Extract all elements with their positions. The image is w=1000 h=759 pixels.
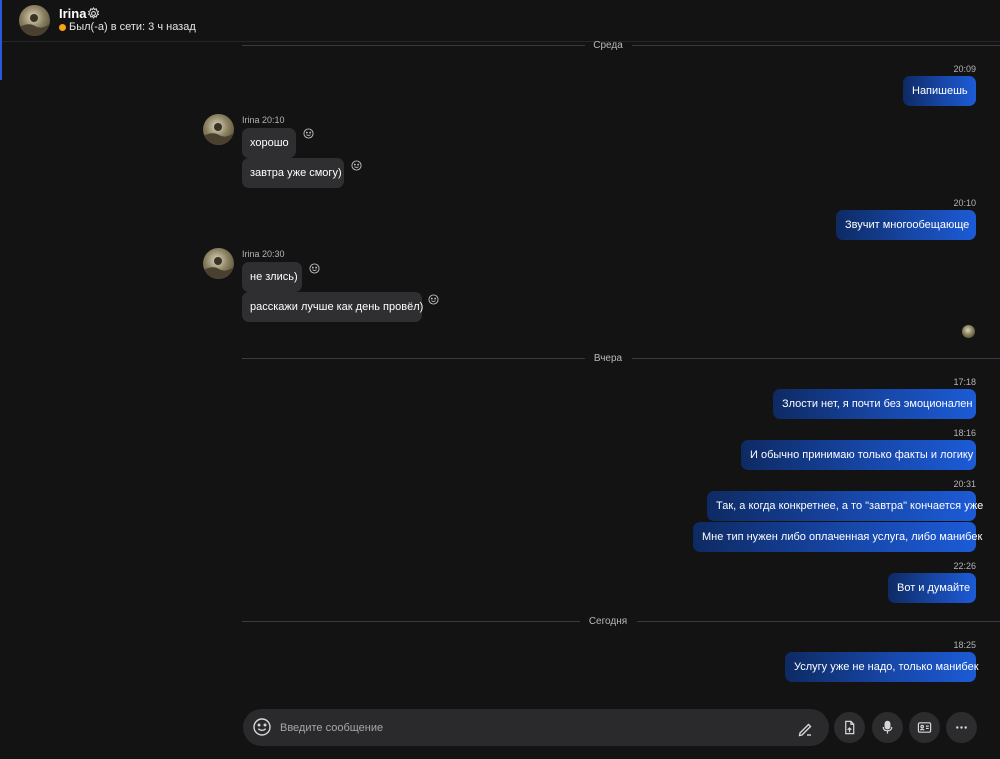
message-timestamp: 20:31 [953, 479, 976, 489]
send-file-button[interactable] [834, 712, 865, 743]
presence-status-dot [59, 24, 66, 31]
outgoing-message[interactable]: Злости нет, я почти без эмоционален [773, 389, 976, 419]
voice-message-button[interactable] [872, 712, 903, 743]
add-reaction-icon[interactable] [309, 263, 320, 274]
more-options-button[interactable] [946, 712, 977, 743]
share-contact-button[interactable] [909, 712, 940, 743]
chat-header: Irina Был(-а) в сети: 3 ч назад [0, 0, 1000, 80]
date-separator-line [242, 621, 580, 622]
add-reaction-icon[interactable] [351, 160, 362, 171]
sender-name: Irina [242, 249, 260, 259]
add-reaction-icon[interactable] [303, 128, 314, 139]
message-timestamp: 20:10 [953, 198, 976, 208]
incoming-message[interactable]: хорошо [242, 128, 296, 158]
date-separator-line [242, 45, 585, 46]
sender-name: Irina [242, 115, 260, 125]
outgoing-message[interactable]: Звучит многообещающе [836, 210, 976, 240]
date-separator-label: Вчера [593, 353, 623, 364]
date-separator-label: Сегодня [588, 616, 628, 627]
message-timestamp: 20:10 [262, 115, 285, 125]
date-separator-line [637, 621, 1000, 622]
outgoing-message[interactable]: Так, а когда конкретнее, а то "завтра" к… [707, 491, 983, 521]
contact-avatar[interactable] [19, 5, 50, 36]
active-chat-indicator [0, 0, 2, 80]
outgoing-message[interactable]: Напишешь [903, 76, 976, 106]
incoming-message[interactable]: завтра уже смогу) [242, 158, 344, 188]
pen-icon[interactable] [794, 717, 816, 739]
incoming-message[interactable]: не злись) [242, 262, 302, 292]
outgoing-message[interactable]: Вот и думайте [888, 573, 976, 603]
sender-avatar[interactable] [203, 114, 234, 145]
date-separator-line [632, 358, 1000, 359]
add-reaction-icon[interactable] [428, 294, 439, 305]
date-separator-label: Среда [593, 40, 623, 51]
mic-icon [882, 720, 893, 734]
outgoing-message[interactable]: Мне тип нужен либо оплаченная услуга, ли… [693, 522, 982, 552]
message-timestamp: 18:16 [953, 428, 976, 438]
date-separator-line [632, 45, 1000, 46]
outgoing-message[interactable]: Услугу уже не надо, только манибек [785, 652, 979, 682]
message-timestamp: 22:26 [953, 561, 976, 571]
contact-card-icon [917, 722, 932, 733]
message-composer [243, 709, 829, 746]
message-input[interactable] [280, 709, 780, 746]
emoji-icon[interactable] [252, 717, 272, 737]
incoming-message[interactable]: расскажи лучше как день провёл) [242, 292, 423, 322]
message-timestamp: 20:09 [953, 64, 976, 74]
presence-text: Был(-а) в сети: 3 ч назад [69, 21, 196, 33]
sender-avatar[interactable] [203, 248, 234, 279]
settings-icon[interactable] [87, 7, 100, 20]
file-icon [845, 720, 855, 735]
read-receipt-avatar [962, 325, 975, 338]
message-timestamp: 17:18 [953, 377, 976, 387]
message-timestamp: 18:25 [953, 640, 976, 650]
more-icon [956, 726, 967, 729]
outgoing-message[interactable]: И обычно принимаю только факты и логику [741, 440, 976, 470]
message-timestamp: 20:30 [262, 249, 285, 259]
contact-name[interactable]: Irina [59, 6, 86, 21]
date-separator-line [242, 358, 585, 359]
